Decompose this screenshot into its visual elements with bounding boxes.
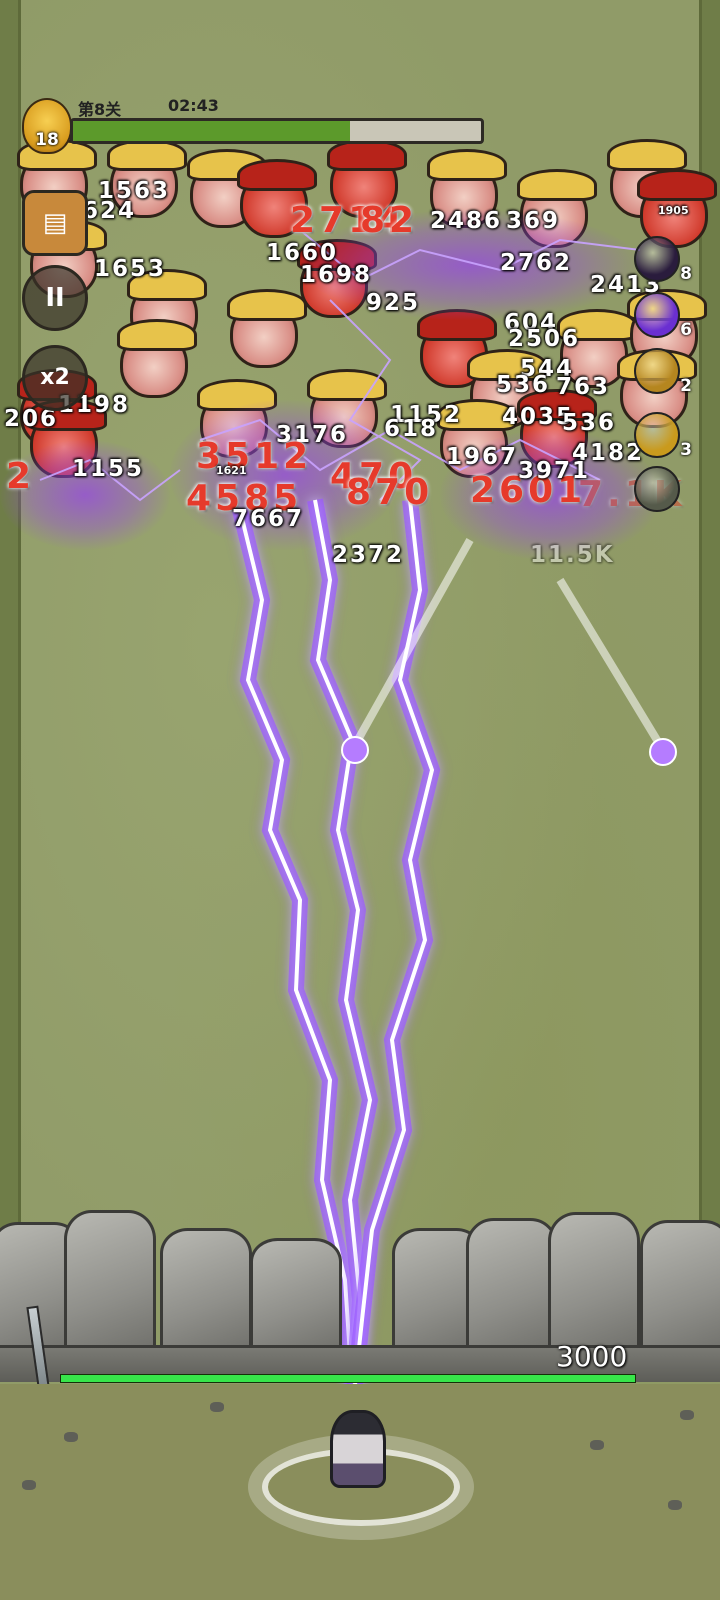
dark-orb-icon: 8 — [634, 236, 692, 284]
pause-icon: II — [45, 283, 65, 313]
scroll-button[interactable]: ▤ — [22, 190, 88, 256]
wall-stone — [250, 1238, 342, 1356]
scroll-icon: ▤ — [42, 208, 68, 238]
damage-number-crit: 82 — [360, 200, 419, 241]
damage-number: 7667 — [232, 506, 305, 532]
pebble — [210, 1402, 224, 1412]
damage-number: 2506 — [508, 326, 581, 352]
speed-button[interactable]: x2 — [22, 345, 88, 411]
level-badge-icon: 18 — [22, 98, 72, 154]
damage-number: 925 — [366, 290, 421, 316]
damage-number: 624 — [82, 198, 137, 224]
player-level: 18 — [35, 130, 59, 150]
damage-number: 1155 — [72, 456, 145, 482]
lightning-icon: 6 — [634, 292, 692, 340]
damage-number: 536 — [562, 410, 617, 436]
damage-number: 1967 — [446, 444, 519, 470]
damage-number: 11.5K — [530, 542, 615, 568]
pebble — [668, 1500, 682, 1510]
damage-number: 2372 — [332, 542, 405, 568]
stage-label: 第8关 — [78, 100, 122, 119]
wall-hp-value: 3000 — [556, 1340, 628, 1373]
pebble — [590, 1440, 604, 1450]
skill-count: 2 — [680, 376, 692, 396]
projectile-orb — [649, 738, 677, 766]
damage-number: 763 — [556, 374, 611, 400]
damage-number: 369 — [506, 208, 561, 234]
damage-number-crit: 2 — [6, 456, 36, 497]
skill-count: 8 — [680, 264, 692, 284]
damage-number: 2762 — [500, 250, 573, 276]
damage-number: 1698 — [300, 262, 373, 288]
damage-number: 536 — [496, 372, 551, 398]
claw-icon: 3 — [634, 412, 692, 460]
empty-slot-icon — [634, 466, 680, 512]
timer-icon: 2 — [634, 348, 692, 396]
damage-number-small: 1905 — [658, 204, 689, 217]
wall-stone — [548, 1212, 640, 1356]
wall-hp-fill — [61, 1375, 635, 1382]
wall-hp-bar — [60, 1374, 636, 1383]
pebble — [22, 1480, 36, 1490]
stage-hud: 18 第8关 02:43 — [22, 96, 492, 156]
skill-count: 3 — [680, 440, 692, 460]
speed-label: x2 — [40, 365, 70, 390]
stage-progress-fill — [73, 121, 351, 141]
damage-number: 2486 — [430, 208, 503, 234]
wall-stone — [64, 1210, 156, 1356]
projectile-orb — [341, 736, 369, 764]
damage-number-crit: 870 — [346, 472, 434, 513]
wall-stone — [466, 1218, 558, 1356]
pebble — [680, 1410, 694, 1420]
pause-button[interactable]: II — [22, 265, 88, 331]
damage-number-small: 1621 — [216, 464, 247, 477]
hero-character — [330, 1410, 386, 1488]
damage-number: 618 — [384, 416, 439, 442]
wall-stone — [160, 1228, 252, 1356]
pebble — [64, 1432, 78, 1442]
damage-number-crit: 3512 — [196, 436, 313, 477]
stage-progress-bar — [70, 118, 484, 144]
stage-timer: 02:43 — [168, 96, 219, 115]
damage-number: 1653 — [94, 256, 167, 282]
wall-stone — [640, 1220, 720, 1356]
skill-count: 6 — [680, 320, 692, 340]
